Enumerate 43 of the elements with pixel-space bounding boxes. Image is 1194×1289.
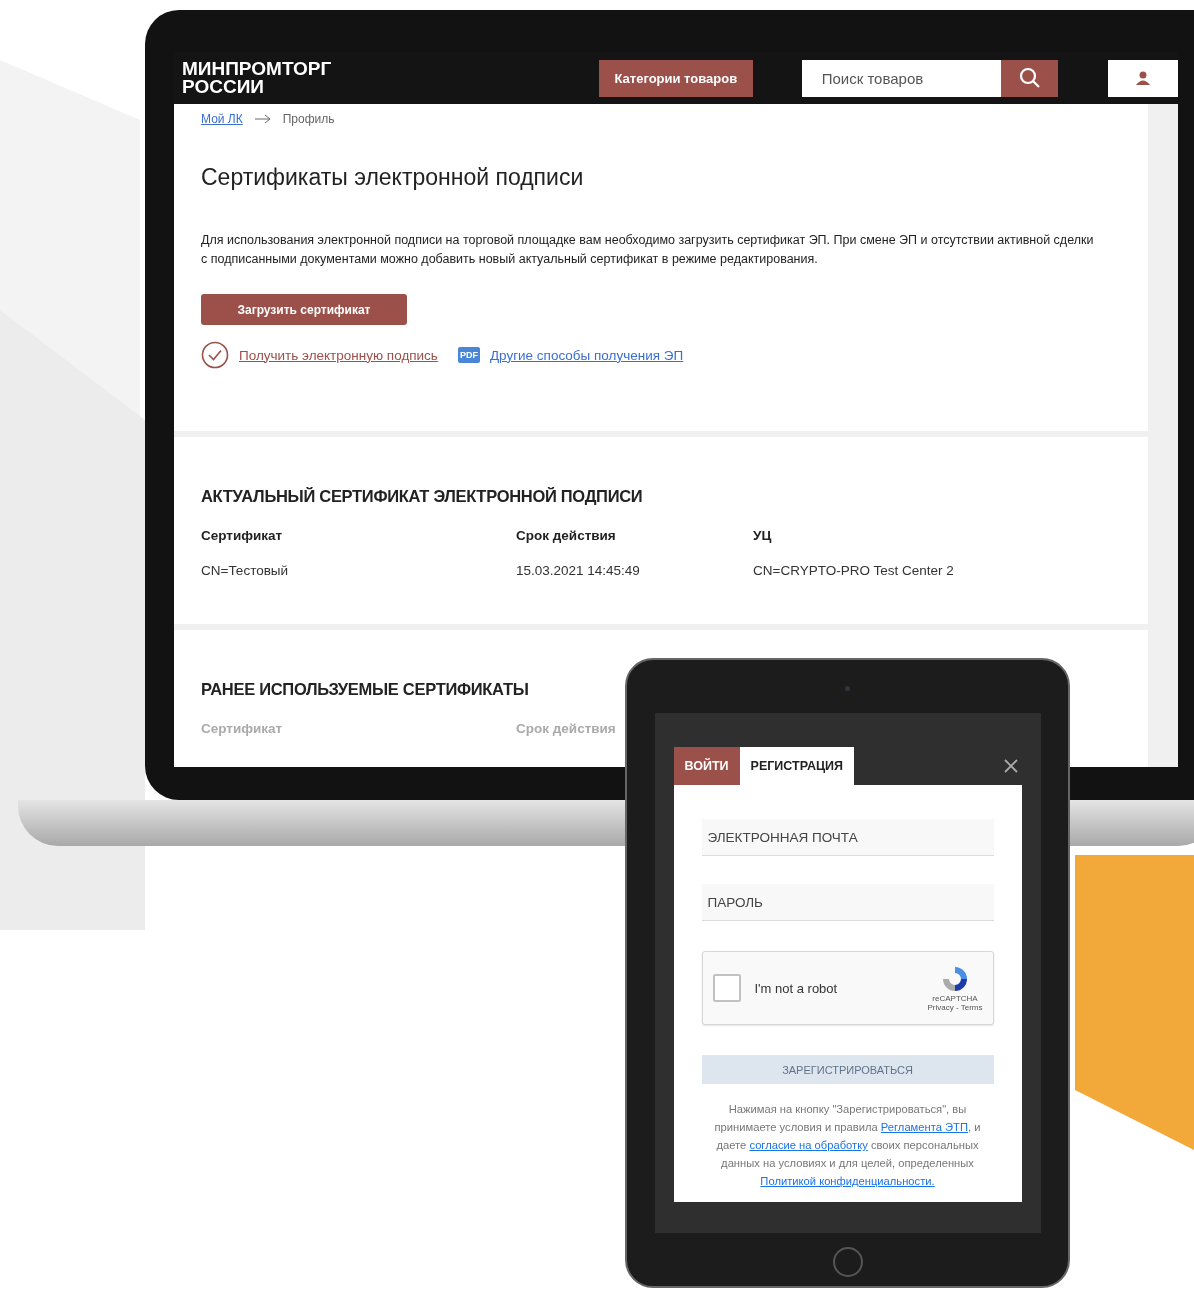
recaptcha-logo-icon — [940, 964, 970, 994]
input-field[interactable]: ЭЛЕКТРОННАЯ ПОЧТА — [701, 819, 994, 856]
check-circle-icon — [201, 341, 229, 369]
camera-icon — [845, 686, 850, 691]
captcha-checkbox[interactable] — [712, 974, 741, 1002]
page-title: Сертификаты электронной подписи — [201, 164, 585, 191]
column-header: Срок действия — [516, 528, 617, 543]
close-icon[interactable] — [1003, 759, 1018, 773]
column-header: Срок действия — [516, 721, 617, 736]
search-field[interactable]: Поиск товаров — [801, 59, 1002, 97]
consent-link[interactable]: Политикой конфиденциальности. — [760, 1175, 935, 1187]
search-button[interactable] — [1001, 59, 1059, 97]
consent-link[interactable]: Регламента ЭТП — [880, 1121, 968, 1133]
user-icon — [1136, 71, 1151, 85]
pdf-icon: PDF — [457, 347, 480, 363]
captcha-label: I'm not a robot — [754, 980, 838, 996]
description-text: Для использования электронной подписи на торговой площадке вам необходимо загрузить сертификат ЭП. При смене ЭП и отсутствии активной сделки с подписанными документами можно добавить новый актуальный сертификат в режиме редактирования. — [201, 232, 1095, 268]
user-button[interactable] — [1108, 59, 1178, 97]
column-header: Сертификат — [201, 721, 284, 736]
arrow-icon — [254, 114, 271, 124]
logo-text: МИНПРОМТОРГ — [182, 60, 333, 78]
breadcrumb-current: Профиль — [282, 112, 335, 126]
upload-certificate-button[interactable]: Загрузить сертификат — [201, 294, 407, 325]
info-link[interactable]: Получить электронную подпись — [239, 347, 438, 363]
column-header: УЦ — [753, 528, 773, 543]
modal-tab[interactable]: РЕГИСТРАЦИЯ — [739, 747, 854, 785]
consent-text: Нажимая на кнопку "Зарегистрироваться", вы принимаете условия и правила Регламента ЭТП, и даете согласие на обработку своих персональных данных на условиях и для целей, определенных Политикой конфиденциальности. — [713, 1102, 982, 1189]
search-icon — [1017, 66, 1042, 90]
input-field[interactable]: ПАРОЛЬ — [701, 884, 994, 921]
table-cell-text: CN=Тестовый — [201, 563, 290, 578]
logo-text: РОССИИ — [182, 78, 265, 96]
modal-tab[interactable]: ВОЙТИ — [673, 747, 740, 785]
table-cell-text: 15.03.2021 14:45:49 — [516, 563, 641, 578]
column-header: Сертификат — [201, 528, 284, 543]
section-heading: АКТУАЛЬНЫЙ СЕРТИФИКАТ ЭЛЕКТРОННОЙ ПОДПИСИ — [201, 487, 643, 506]
categories-button[interactable]: Категории товаров — [599, 59, 753, 97]
breadcrumb-link[interactable]: Мой ЛК — [201, 112, 243, 126]
captcha-links[interactable]: Privacy - Terms — [927, 1003, 983, 1012]
info-link[interactable]: Другие способы получения ЭП — [489, 347, 684, 363]
consent-link[interactable]: согласие на обработку — [749, 1139, 868, 1151]
table-cell-text: CN=CRYPTO-PRO Test Center 2 — [753, 563, 955, 578]
section-heading: РАНЕЕ ИСПОЛЬЗУЕМЫЕ СЕРТИФИКАТЫ — [201, 680, 529, 699]
captcha-brand: reCAPTCHA — [932, 994, 978, 1003]
